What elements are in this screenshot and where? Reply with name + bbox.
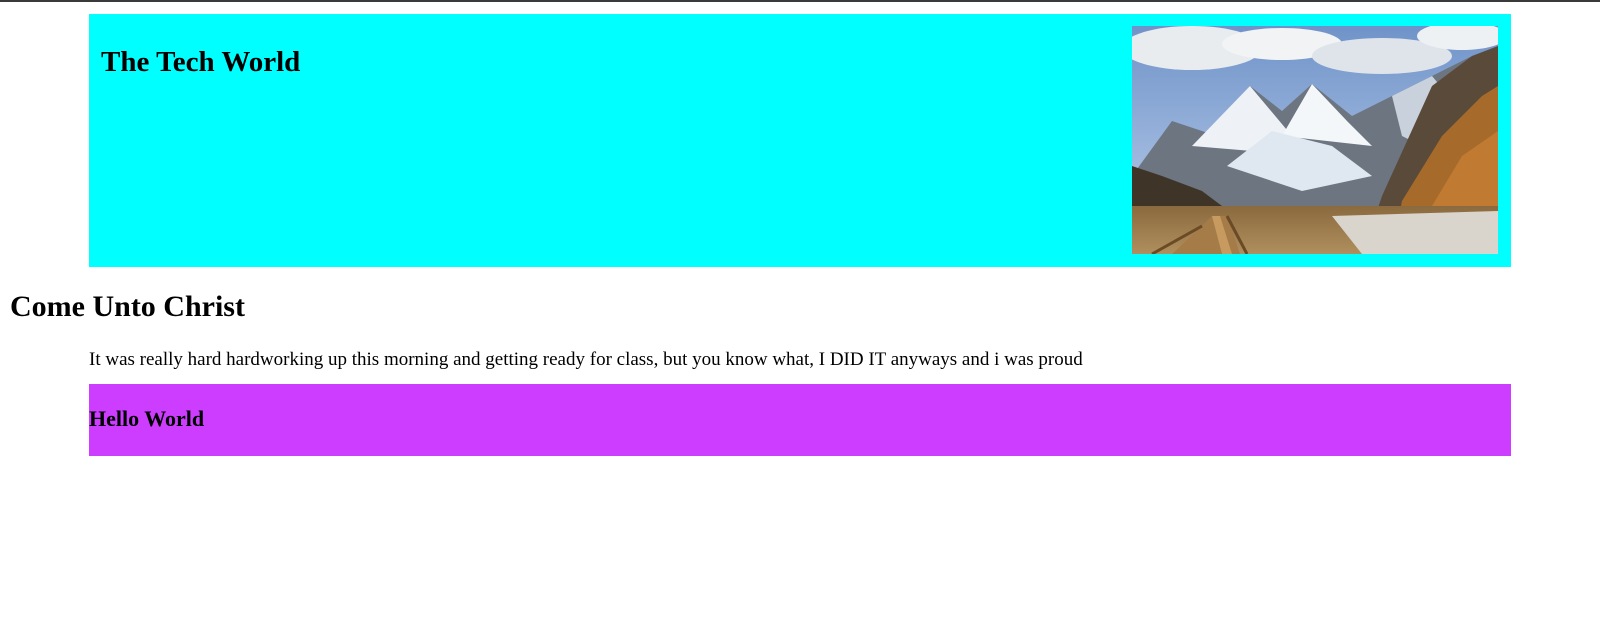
site-title: The Tech World [101, 46, 301, 78]
hello-banner: Hello World [89, 384, 1511, 456]
banner-title: Hello World [89, 406, 205, 431]
top-border [0, 0, 1600, 2]
body-paragraph: It was really hard hardworking up this m… [89, 349, 1083, 370]
page-title: Come Unto Christ [10, 290, 245, 323]
mountain-landscape-image [1132, 26, 1498, 254]
header: The Tech World [89, 14, 1511, 267]
